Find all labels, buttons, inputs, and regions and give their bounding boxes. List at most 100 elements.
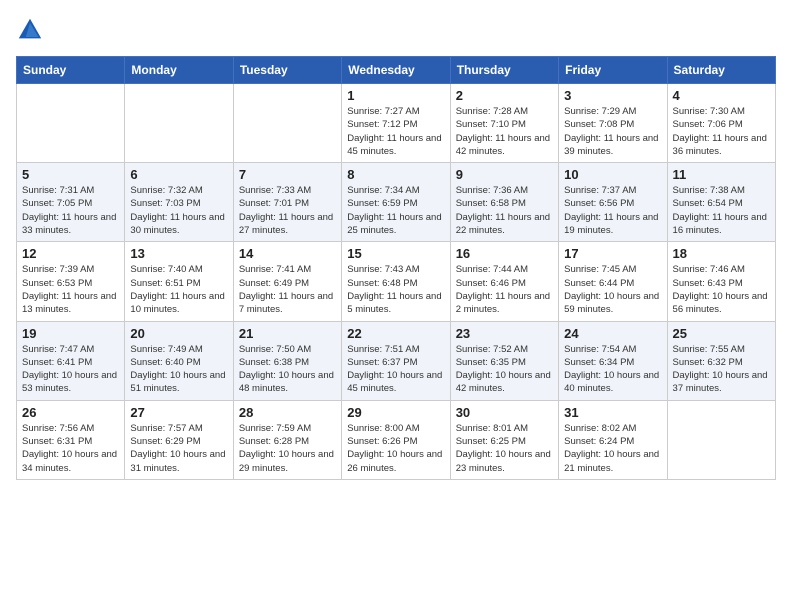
day-number: 24	[564, 326, 661, 341]
empty-day-cell	[125, 84, 233, 163]
calendar-day-cell: 21 Sunrise: 7:50 AM Sunset: 6:38 PM Dayli…	[233, 321, 341, 400]
calendar-body: 1 Sunrise: 7:27 AM Sunset: 7:12 PM Daylig…	[17, 84, 776, 480]
day-number: 5	[22, 167, 119, 182]
day-number: 3	[564, 88, 661, 103]
calendar-day-cell: 29 Sunrise: 8:00 AM Sunset: 6:26 PM Dayli…	[342, 400, 450, 479]
day-number: 17	[564, 246, 661, 261]
day-info: Sunrise: 7:50 AM Sunset: 6:38 PM Dayligh…	[239, 343, 336, 396]
calendar-day-cell: 17Sunrise: 7:45 AM Sunset: 6:44 PM Dayli…	[559, 242, 667, 321]
empty-day-cell	[17, 84, 125, 163]
day-number: 1	[347, 88, 444, 103]
empty-day-cell	[233, 84, 341, 163]
empty-day-cell	[667, 400, 775, 479]
day-number: 4	[673, 88, 770, 103]
calendar-day-cell: 2 Sunrise: 7:28 AM Sunset: 7:10 PM Daylig…	[450, 84, 558, 163]
calendar-day-cell: 5Sunrise: 7:31 AM Sunset: 7:05 PM Daylig…	[17, 163, 125, 242]
calendar-day-cell: 14 Sunrise: 7:41 AM Sunset: 6:49 PM Dayli…	[233, 242, 341, 321]
logo	[16, 16, 48, 44]
day-info: Sunrise: 7:41 AM Sunset: 6:49 PM Dayligh…	[239, 263, 336, 316]
calendar-day-cell: 13Sunrise: 7:40 AM Sunset: 6:51 PM Dayli…	[125, 242, 233, 321]
calendar-day-cell: 6Sunrise: 7:32 AM Sunset: 7:03 PM Daylig…	[125, 163, 233, 242]
day-number: 29	[347, 405, 444, 420]
calendar-week-row: 26 Sunrise: 7:56 AM Sunset: 6:31 PM Dayli…	[17, 400, 776, 479]
day-number: 20	[130, 326, 227, 341]
day-info: Sunrise: 8:00 AM Sunset: 6:26 PM Dayligh…	[347, 422, 444, 475]
day-number: 10	[564, 167, 661, 182]
day-number: 8	[347, 167, 444, 182]
day-number: 7	[239, 167, 336, 182]
calendar-day-cell: 26 Sunrise: 7:56 AM Sunset: 6:31 PM Dayli…	[17, 400, 125, 479]
calendar-day-cell: 16Sunrise: 7:44 AM Sunset: 6:46 PM Dayli…	[450, 242, 558, 321]
day-info: Sunrise: 7:39 AM Sunset: 6:53 PM Dayligh…	[22, 263, 119, 316]
day-number: 13	[130, 246, 227, 261]
calendar-day-cell: 3 Sunrise: 7:29 AM Sunset: 7:08 PM Daylig…	[559, 84, 667, 163]
day-info: Sunrise: 7:52 AM Sunset: 6:35 PM Dayligh…	[456, 343, 553, 396]
day-info: Sunrise: 8:02 AM Sunset: 6:24 PM Dayligh…	[564, 422, 661, 475]
calendar-day-cell: 4 Sunrise: 7:30 AM Sunset: 7:06 PM Daylig…	[667, 84, 775, 163]
day-number: 26	[22, 405, 119, 420]
calendar-day-cell: 22Sunrise: 7:51 AM Sunset: 6:37 PM Dayli…	[342, 321, 450, 400]
calendar-day-cell: 10 Sunrise: 7:37 AM Sunset: 6:56 PM Dayli…	[559, 163, 667, 242]
day-number: 18	[673, 246, 770, 261]
day-of-week-header: Tuesday	[233, 57, 341, 84]
page-header	[16, 16, 776, 44]
day-number: 23	[456, 326, 553, 341]
day-of-week-header: Wednesday	[342, 57, 450, 84]
calendar-day-cell: 9 Sunrise: 7:36 AM Sunset: 6:58 PM Daylig…	[450, 163, 558, 242]
day-info: Sunrise: 7:54 AM Sunset: 6:34 PM Dayligh…	[564, 343, 661, 396]
day-info: Sunrise: 7:51 AM Sunset: 6:37 PM Dayligh…	[347, 343, 444, 396]
day-info: Sunrise: 7:36 AM Sunset: 6:58 PM Dayligh…	[456, 184, 553, 237]
day-of-week-header: Friday	[559, 57, 667, 84]
day-info: Sunrise: 7:37 AM Sunset: 6:56 PM Dayligh…	[564, 184, 661, 237]
calendar-day-cell: 27 Sunrise: 7:57 AM Sunset: 6:29 PM Dayli…	[125, 400, 233, 479]
day-number: 12	[22, 246, 119, 261]
logo-icon	[16, 16, 44, 44]
day-number: 15	[347, 246, 444, 261]
day-info: Sunrise: 7:56 AM Sunset: 6:31 PM Dayligh…	[22, 422, 119, 475]
day-number: 30	[456, 405, 553, 420]
day-number: 2	[456, 88, 553, 103]
calendar-week-row: 19 Sunrise: 7:47 AM Sunset: 6:41 PM Dayli…	[17, 321, 776, 400]
calendar-week-row: 1 Sunrise: 7:27 AM Sunset: 7:12 PM Daylig…	[17, 84, 776, 163]
calendar-day-cell: 15Sunrise: 7:43 AM Sunset: 6:48 PM Dayli…	[342, 242, 450, 321]
day-number: 9	[456, 167, 553, 182]
calendar-day-cell: 19 Sunrise: 7:47 AM Sunset: 6:41 PM Dayli…	[17, 321, 125, 400]
day-info: Sunrise: 7:57 AM Sunset: 6:29 PM Dayligh…	[130, 422, 227, 475]
calendar-table: SundayMondayTuesdayWednesdayThursdayFrid…	[16, 56, 776, 480]
calendar-day-cell: 1 Sunrise: 7:27 AM Sunset: 7:12 PM Daylig…	[342, 84, 450, 163]
days-of-week-row: SundayMondayTuesdayWednesdayThursdayFrid…	[17, 57, 776, 84]
day-info: Sunrise: 7:30 AM Sunset: 7:06 PM Dayligh…	[673, 105, 770, 158]
day-info: Sunrise: 7:46 AM Sunset: 6:43 PM Dayligh…	[673, 263, 770, 316]
calendar-day-cell: 7 Sunrise: 7:33 AM Sunset: 7:01 PM Daylig…	[233, 163, 341, 242]
day-number: 21	[239, 326, 336, 341]
day-info: Sunrise: 7:28 AM Sunset: 7:10 PM Dayligh…	[456, 105, 553, 158]
day-number: 11	[673, 167, 770, 182]
day-number: 27	[130, 405, 227, 420]
day-info: Sunrise: 7:49 AM Sunset: 6:40 PM Dayligh…	[130, 343, 227, 396]
day-number: 14	[239, 246, 336, 261]
day-info: Sunrise: 7:59 AM Sunset: 6:28 PM Dayligh…	[239, 422, 336, 475]
day-number: 25	[673, 326, 770, 341]
day-info: Sunrise: 7:47 AM Sunset: 6:41 PM Dayligh…	[22, 343, 119, 396]
day-of-week-header: Saturday	[667, 57, 775, 84]
calendar-week-row: 12 Sunrise: 7:39 AM Sunset: 6:53 PM Dayli…	[17, 242, 776, 321]
day-info: Sunrise: 7:33 AM Sunset: 7:01 PM Dayligh…	[239, 184, 336, 237]
calendar-header: SundayMondayTuesdayWednesdayThursdayFrid…	[17, 57, 776, 84]
day-number: 19	[22, 326, 119, 341]
calendar-day-cell: 24 Sunrise: 7:54 AM Sunset: 6:34 PM Dayli…	[559, 321, 667, 400]
calendar-day-cell: 20 Sunrise: 7:49 AM Sunset: 6:40 PM Dayli…	[125, 321, 233, 400]
day-info: Sunrise: 7:29 AM Sunset: 7:08 PM Dayligh…	[564, 105, 661, 158]
day-info: Sunrise: 8:01 AM Sunset: 6:25 PM Dayligh…	[456, 422, 553, 475]
day-number: 28	[239, 405, 336, 420]
day-info: Sunrise: 7:34 AM Sunset: 6:59 PM Dayligh…	[347, 184, 444, 237]
calendar-day-cell: 18 Sunrise: 7:46 AM Sunset: 6:43 PM Dayli…	[667, 242, 775, 321]
calendar-day-cell: 12 Sunrise: 7:39 AM Sunset: 6:53 PM Dayli…	[17, 242, 125, 321]
calendar-day-cell: 30 Sunrise: 8:01 AM Sunset: 6:25 PM Dayli…	[450, 400, 558, 479]
day-number: 16	[456, 246, 553, 261]
calendar-week-row: 5Sunrise: 7:31 AM Sunset: 7:05 PM Daylig…	[17, 163, 776, 242]
calendar-day-cell: 11Sunrise: 7:38 AM Sunset: 6:54 PM Dayli…	[667, 163, 775, 242]
day-info: Sunrise: 7:32 AM Sunset: 7:03 PM Dayligh…	[130, 184, 227, 237]
day-of-week-header: Sunday	[17, 57, 125, 84]
day-info: Sunrise: 7:27 AM Sunset: 7:12 PM Dayligh…	[347, 105, 444, 158]
calendar-day-cell: 25Sunrise: 7:55 AM Sunset: 6:32 PM Dayli…	[667, 321, 775, 400]
